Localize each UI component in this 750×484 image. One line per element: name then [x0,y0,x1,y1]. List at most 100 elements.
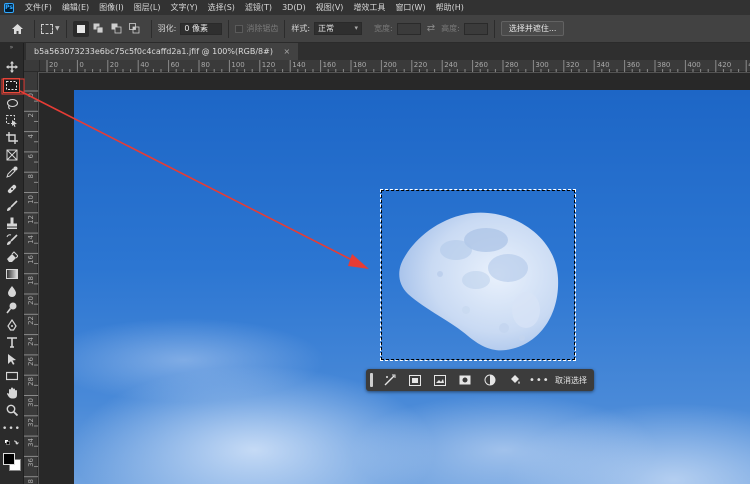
ruler-label: 34 [27,438,35,448]
ruler-label: 4 [27,133,35,139]
swap-colors-button[interactable] [3,439,20,449]
options-divider [34,19,35,38]
object-select-icon [5,114,17,127]
menu-type[interactable]: 文字(Y) [165,2,202,13]
menu-bar: Ps 文件(F) 编辑(E) 图像(I) 图层(L) 文字(Y) 选择(S) 滤… [0,0,750,15]
collapse-toolbar-icon[interactable]: » [0,43,23,53]
rectangle-tool[interactable] [3,368,20,383]
marquee-selection[interactable] [380,189,576,361]
history-brush-tool[interactable] [3,232,20,247]
menu-select[interactable]: 选择(S) [203,2,240,13]
options-divider [284,19,286,38]
height-input[interactable] [463,22,488,35]
contextual-task-bar: ••• 取消选择 [366,369,594,391]
menu-window[interactable]: 窗口(W) [390,2,430,13]
rectangular-marquee-tool[interactable] [3,78,20,93]
chevron-down-icon: ▼ [55,25,60,32]
antialias-label: 消除锯齿 [246,24,279,33]
adjustment-layer-button[interactable] [479,371,501,389]
path-selection-tool[interactable] [3,351,20,366]
clone-stamp-tool[interactable] [3,215,20,230]
crop-tool[interactable] [3,130,20,145]
lasso-tool[interactable] [3,96,20,111]
generative-fill-button[interactable] [429,371,451,389]
new-selection-button[interactable] [72,20,89,37]
foreground-color-swatch[interactable] [3,453,15,465]
eraser-tool[interactable] [3,249,20,264]
subtract-from-selection-button[interactable] [109,21,125,37]
select-and-mask-button[interactable]: 选择并遮住... [500,21,565,36]
close-tab-icon[interactable]: × [284,47,291,56]
vertical-ruler[interactable]: 0 2 4 6 8 10 12 14 16 18 20 22 24 26 28 30 32 34 36 38 [24,72,38,484]
add-to-selection-button[interactable] [91,21,107,37]
ruler-label: 160 [322,61,336,69]
subtract-selection-icon [111,23,122,34]
photoshop-logo[interactable]: Ps [4,2,14,13]
create-mask-button[interactable] [454,371,476,389]
ruler-origin[interactable] [24,60,40,72]
select-subject-button[interactable] [379,371,401,389]
ruler-label: 2 [27,113,35,118]
ruler-label: 240 [444,61,458,69]
document-tab[interactable]: b5a563073233e6bc75c5f0c4caffd2a1.jfif @ … [26,43,299,60]
feather-label: 羽化: [157,24,177,33]
fill-selection-button[interactable] [504,371,526,389]
menu-edit[interactable]: 编辑(E) [57,2,94,13]
ruler-label: 10 [27,194,35,204]
intersect-selection-icon [129,23,140,34]
width-input[interactable] [396,22,421,35]
menu-view[interactable]: 视图(V) [311,2,349,13]
menu-3d[interactable]: 3D(D) [277,3,311,12]
hand-icon [6,387,17,398]
object-selection-tool[interactable] [3,113,20,128]
width-label: 宽度: [374,24,393,33]
menu-image[interactable]: 图像(I) [94,2,129,13]
deselect-button[interactable]: 取消选择 [555,375,587,386]
style-select[interactable]: 正常 [314,22,363,35]
healing-brush-tool[interactable] [3,181,20,196]
modify-selection-button[interactable] [404,371,426,389]
lasso-icon [6,98,18,109]
ruler-label: 20 [27,296,35,305]
dodge-tool[interactable] [3,300,20,315]
horizontal-ruler[interactable]: 20 0 20 40 60 80 100 120 140 160 180 200 220 240 260 28… [40,60,750,72]
ruler-label: 12 [27,214,35,224]
menu-file[interactable]: 文件(F) [20,2,57,13]
type-tool[interactable] [3,334,20,349]
ruler-label: 360 [626,61,640,69]
antialias-checkbox[interactable] [235,24,244,33]
frame-tool[interactable] [3,147,20,162]
drag-handle[interactable] [370,373,373,387]
menu-plugins[interactable]: 增效工具 [348,2,390,13]
ruler-label: 320 [565,61,580,69]
menu-help[interactable]: 帮助(H) [431,2,469,13]
menu-filter[interactable]: 滤镜(T) [240,2,277,13]
color-swatches[interactable] [3,453,21,471]
move-tool[interactable] [3,59,20,74]
more-options-button[interactable]: ••• [529,375,549,386]
home-button[interactable] [6,18,28,40]
path-select-icon [7,353,16,365]
pen-tool[interactable] [3,317,20,332]
menu-layer[interactable]: 图层(L) [129,2,166,13]
gradient-tool[interactable] [3,266,20,281]
ruler-label: 40 [140,61,150,69]
move-icon [5,60,18,73]
zoom-tool[interactable] [3,402,20,417]
ruler-label: 36 [27,458,35,468]
brush-tool[interactable] [3,198,20,213]
feather-input[interactable]: 0 像素 [180,22,223,35]
edit-toolbar-button[interactable]: ••• [2,421,20,436]
intersect-selection-button[interactable] [127,21,143,37]
eyedropper-icon [5,166,17,178]
tool-preset-picker[interactable]: ▼ [41,23,60,34]
swap-dimensions-icon[interactable]: ⇄ [427,23,435,34]
blur-tool[interactable] [3,283,20,298]
eyedropper-tool[interactable] [3,164,20,179]
eraser-icon [6,250,18,262]
hand-tool[interactable] [3,385,20,400]
clone-stamp-icon [6,217,17,229]
brush-icon [6,199,18,211]
options-divider [493,19,495,38]
ruler-label: 8 [27,174,35,179]
